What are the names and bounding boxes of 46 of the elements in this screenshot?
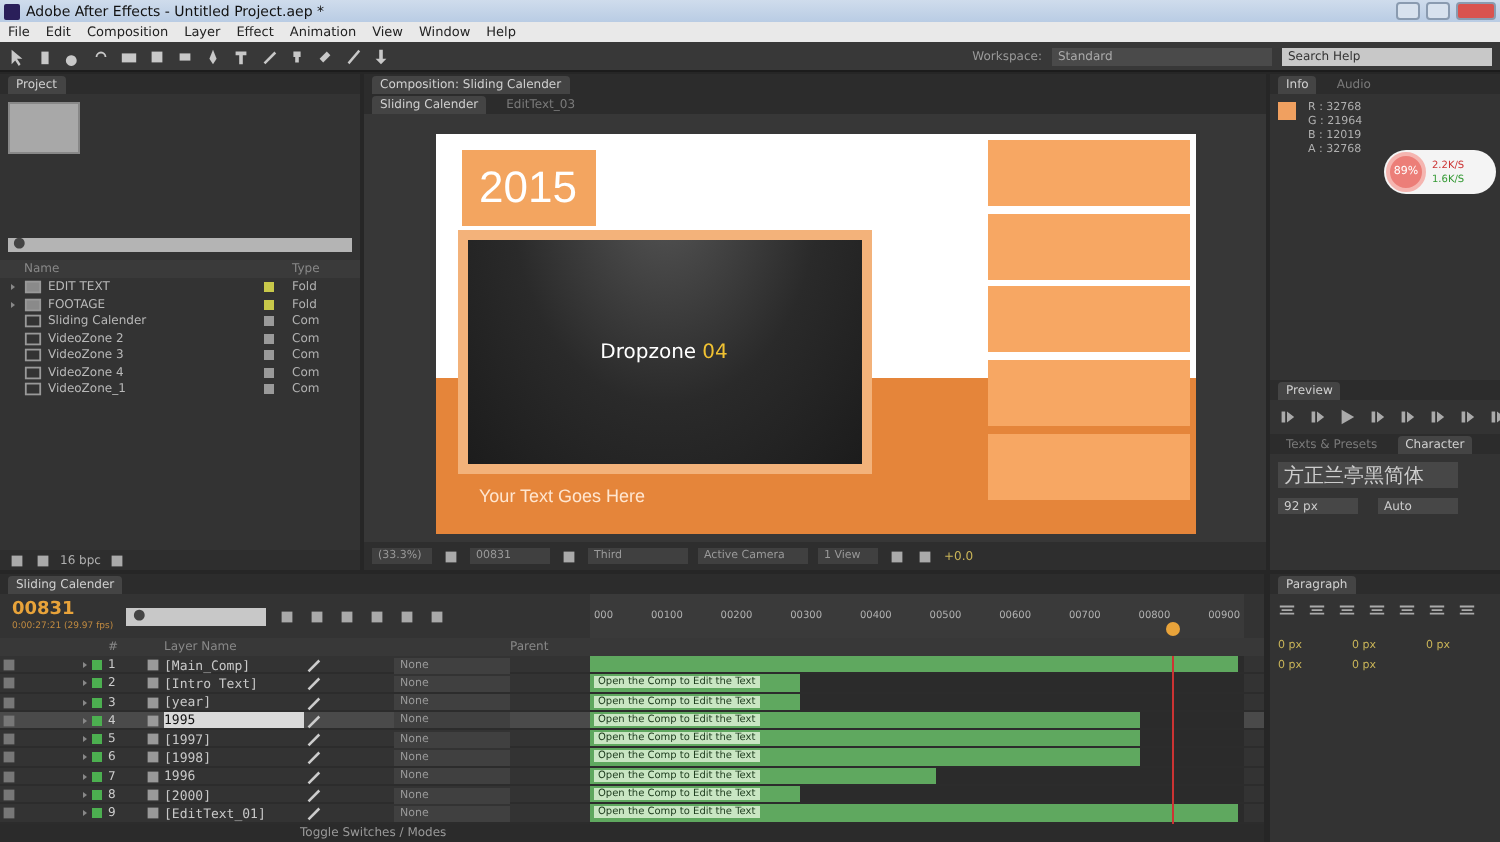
search-field[interactable] [8,238,352,252]
dropzone-label: Dropzone [600,341,697,363]
layer-duration-bar[interactable] [590,656,1238,673]
justify-center-icon[interactable] [1398,602,1416,620]
label-swatch [92,790,102,801]
justify-all-icon[interactable] [1458,602,1476,620]
align-center-icon[interactable] [1308,602,1326,620]
search-field[interactable] [125,607,266,625]
label-swatch [92,734,102,745]
audio-icon[interactable] [1428,408,1446,426]
type-icon[interactable] [232,47,250,65]
pin-icon[interactable] [372,47,390,65]
font-dropdown[interactable]: 方正兰亭黑简体 [1278,462,1458,488]
loop-icon[interactable] [1458,408,1476,426]
justify-left-icon[interactable] [1368,602,1386,620]
align-left-icon[interactable] [1278,602,1296,620]
pen-icon[interactable] [204,47,222,65]
first-frame-icon[interactable] [1278,408,1296,426]
rectangle-icon[interactable] [176,47,194,65]
last-frame-icon[interactable] [1398,408,1416,426]
color-swatch [1278,102,1296,120]
playhead-handle[interactable] [1166,622,1181,636]
label-swatch [92,808,102,819]
label-swatch [92,678,102,689]
caption-text: Your Text Goes Here [479,486,646,506]
label-swatch [92,697,102,708]
justify-right-icon[interactable] [1428,602,1446,620]
selection-icon[interactable] [8,47,26,65]
year-label: 2015 [461,150,595,226]
play-icon[interactable] [1338,408,1356,426]
current-time[interactable]: 00831 [12,600,114,620]
thumbnail [8,102,80,154]
eraser-icon[interactable] [316,47,334,65]
app-icon [4,3,20,19]
label-swatch [92,752,102,763]
align-right-icon[interactable] [1338,602,1356,620]
dropzone-number: 04 [702,341,728,363]
label-swatch [92,660,102,670]
label-swatch [92,771,102,782]
search-icon[interactable] [131,607,150,625]
brush-icon[interactable] [260,47,278,65]
label-swatch [92,715,102,726]
next-frame-icon[interactable] [1368,408,1386,426]
roto-brush-icon[interactable] [344,47,362,65]
search-icon[interactable] [12,236,30,254]
previous-frame-icon[interactable] [1308,408,1326,426]
